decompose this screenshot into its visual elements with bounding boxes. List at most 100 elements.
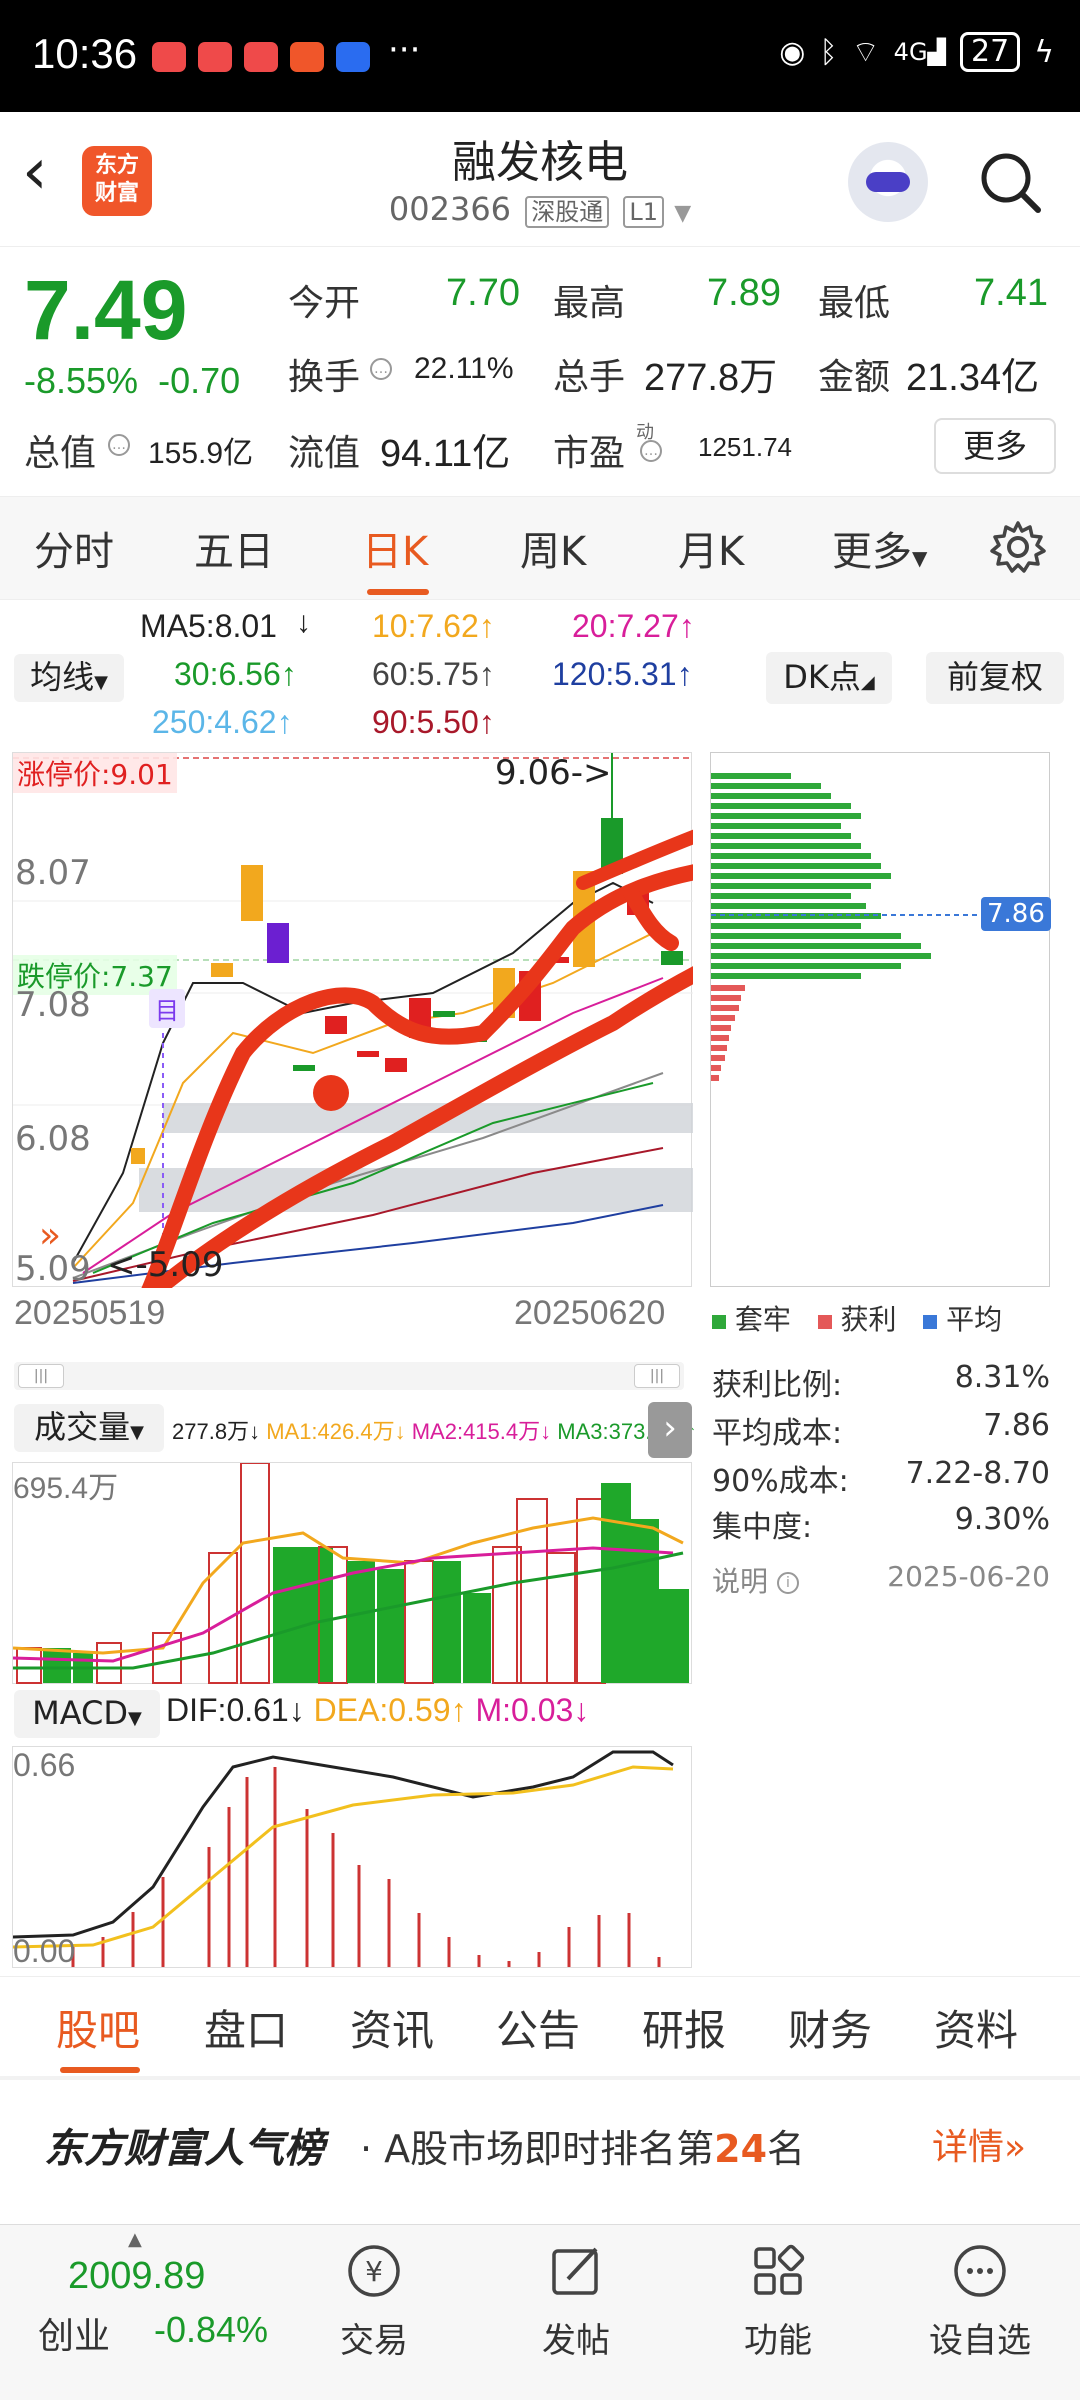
chip-distribution[interactable]: 7.86 <box>710 752 1051 1287</box>
more-circle-icon <box>954 2245 1006 2297</box>
range-handle-right[interactable]: ||| <box>634 1364 680 1388</box>
expand-left-icon[interactable]: » <box>39 1215 61 1256</box>
concentration-label: 集中度: <box>712 1510 813 1545</box>
grid-icon <box>754 2244 805 2295</box>
active-tab-indicator <box>60 2067 140 2073</box>
tab-guba[interactable]: 股吧 <box>56 1997 140 2058</box>
ma-selector[interactable]: 均线▼ <box>14 654 124 702</box>
pe-label: 市盈 <box>553 433 626 474</box>
ma120-label: 120:5.31↑ <box>552 656 693 692</box>
kline-svg <box>13 753 693 1288</box>
trade-button[interactable]: ¥ 交易 <box>304 2239 444 2362</box>
tab-intraday[interactable]: 分时 <box>34 519 114 577</box>
bluetooth-icon: ᛒ <box>819 34 838 70</box>
tab-daily-k[interactable]: 日K <box>362 519 428 577</box>
dropdown-caret-icon: ▼ <box>94 672 108 693</box>
tab-profile[interactable]: 资料 <box>934 1997 1018 2058</box>
adjust-price-button[interactable]: 前复权 <box>926 652 1064 704</box>
tab-pankou[interactable]: 盘口 <box>204 1997 288 2058</box>
status-right: ◉ ᛒ ⌔ 4G▟ 27 ϟ <box>779 32 1054 72</box>
ma10-label: 10:7.62↑ <box>372 608 495 644</box>
cost90-label: 90%成本: <box>712 1464 849 1499</box>
level-tag: L1 <box>623 196 665 228</box>
kline-chart[interactable]: 涨停价:9.01 跌停价:7.37 8.07 7.08 6.08 5.09 9.… <box>12 752 693 1289</box>
ma60-label: 60:5.75↑ <box>372 656 495 692</box>
mktcap-label: 总值 <box>24 433 97 474</box>
legend-swatch-blue <box>923 1315 938 1329</box>
legend-swatch-green <box>712 1315 726 1329</box>
expand-up-icon[interactable]: ▲ <box>128 2229 142 2250</box>
more-notifications-icon: ··· <box>388 30 421 70</box>
search-icon[interactable] <box>978 150 1044 216</box>
gear-icon[interactable] <box>990 519 1046 575</box>
bottom-toolbar: ▲ 2009.89 创业 -0.84% ¥ 交易 发帖 功能 设自选 <box>0 2224 1080 2400</box>
info-icon[interactable]: … <box>108 434 130 456</box>
turnover-value: 22.11% <box>414 352 514 385</box>
turnover-label: 换手 <box>288 357 361 398</box>
floatcap-value: 94.11亿 <box>380 433 511 475</box>
macd-selector[interactable]: MACD▼ <box>14 1690 160 1738</box>
index-name[interactable]: 创业 <box>38 2307 110 2359</box>
index-change: -0.84% <box>154 2309 269 2350</box>
event-badge[interactable]: 目 <box>149 989 185 1028</box>
notification-icon <box>198 42 232 72</box>
price-change: -8.55% -0.70 <box>24 360 241 401</box>
tab-finance[interactable]: 财务 <box>788 1997 872 2058</box>
tab-research[interactable]: 研报 <box>642 1997 726 2058</box>
tab-five-day[interactable]: 五日 <box>194 519 274 577</box>
range-handle-left[interactable]: ||| <box>18 1364 64 1388</box>
functions-button[interactable]: 功能 <box>708 2239 848 2362</box>
stock-code: 002366 <box>388 190 512 228</box>
expand-right-icon[interactable]: › <box>648 1402 692 1458</box>
tab-announcements[interactable]: 公告 <box>496 1997 580 2058</box>
active-tab-indicator <box>367 589 429 595</box>
chip-svg <box>711 773 1051 1081</box>
dk-point-button[interactable]: DK点◢ <box>766 652 892 704</box>
range-scrollbar[interactable]: ||| ||| <box>14 1362 684 1390</box>
floatcap-label: 流值 <box>288 433 361 474</box>
macd-y-top: 0.66 <box>13 1747 76 1783</box>
date-start: 20250519 <box>14 1294 166 1332</box>
post-button[interactable]: 发帖 <box>506 2239 646 2362</box>
index-value[interactable]: 2009.89 <box>68 2255 205 2298</box>
volume-chart[interactable]: 695.4万 <box>12 1462 692 1684</box>
chip-note[interactable]: 说明 i <box>712 1560 799 1600</box>
app-root: 10:36 ··· ◉ ᛒ ⌔ 4G▟ 27 ϟ ‹ 东方财富 融发核电 002… <box>0 0 1080 2400</box>
volume-selector[interactable]: 成交量▼ <box>14 1404 164 1452</box>
more-quote-button[interactable]: 更多 <box>934 418 1056 474</box>
double-chevron-icon: » <box>1004 2127 1027 2168</box>
rank-detail-link[interactable]: 详情» <box>932 2118 1026 2170</box>
ma5-label: MA5:8.01 <box>140 608 277 644</box>
volume-value: 277.8万 <box>644 357 778 399</box>
ma20-label: 20:7.27↑ <box>572 608 695 644</box>
notification-icon <box>244 42 278 72</box>
tab-monthly-k[interactable]: 月K <box>678 519 744 577</box>
popularity-rank-banner[interactable]: 东方财富人气榜 · A股市场即时排名第24名 详情» <box>0 2080 1080 2200</box>
pe-value: 1251.74 <box>698 432 792 462</box>
info-icon: i <box>776 1572 799 1594</box>
assistant-robot-icon[interactable] <box>848 142 928 222</box>
edit-icon <box>552 2247 598 2295</box>
y-axis-label: 6.08 <box>15 1119 91 1159</box>
add-watchlist-button[interactable]: 设自选 <box>910 2239 1050 2362</box>
limit-up-label: 涨停价:9.01 <box>13 753 177 793</box>
low-annotation: <-5.09 <box>107 1245 224 1285</box>
y-axis-label: 7.08 <box>15 985 91 1025</box>
avg-cost-label: 平均成本: <box>712 1416 843 1451</box>
macd-chart[interactable]: 0.66 0.00 <box>12 1746 692 1969</box>
tab-news[interactable]: 资讯 <box>350 1997 434 2058</box>
charging-icon: ϟ <box>1034 34 1054 70</box>
volume-label: 总手 <box>553 357 626 398</box>
macd-svg <box>13 1750 674 1967</box>
legend-swatch-red <box>817 1315 832 1329</box>
info-icon[interactable]: … <box>640 440 662 462</box>
dropdown-caret-icon: ▼ <box>912 546 928 570</box>
open-value: 7.70 <box>446 272 520 314</box>
mktcap-value: 155.9亿 <box>148 437 254 470</box>
rank-brand: 东方财富人气榜 <box>44 2126 324 2172</box>
avg-cost-value: 7.86 <box>983 1408 1050 1443</box>
open-label: 今开 <box>288 283 361 324</box>
tab-more[interactable]: 更多▼ <box>832 519 927 577</box>
tab-weekly-k[interactable]: 周K <box>520 519 586 577</box>
info-icon[interactable]: … <box>370 358 392 380</box>
